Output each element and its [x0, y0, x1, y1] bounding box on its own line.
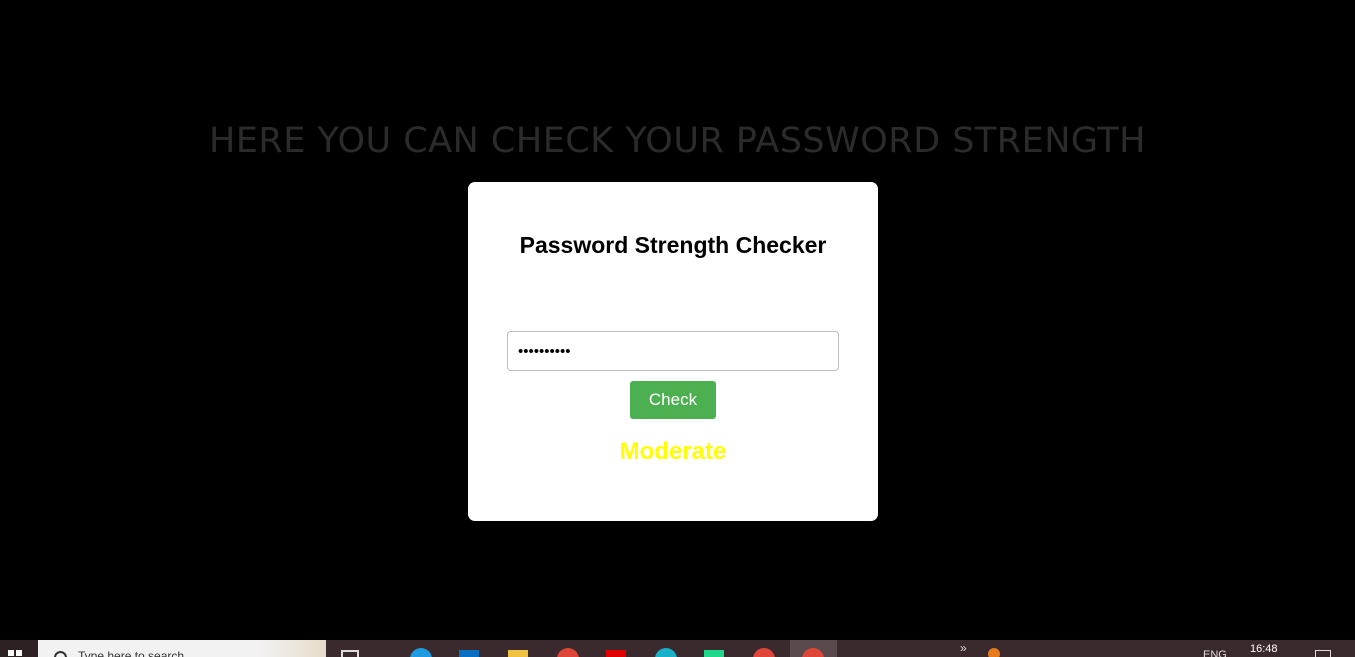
file-explorer-icon[interactable]: [508, 650, 528, 657]
page: HERE YOU CAN CHECK YOUR PASSWORD STRENGT…: [0, 0, 1355, 657]
search-placeholder: Type here to search: [78, 649, 185, 657]
password-checker-card: Password Strength Checker Check Moderate: [468, 182, 878, 521]
strength-result: Moderate: [619, 438, 727, 465]
search-icon: [54, 651, 67, 657]
chrome-icon[interactable]: [557, 648, 579, 657]
start-button[interactable]: [0, 640, 38, 657]
app-icon[interactable]: [655, 648, 677, 657]
edge-icon[interactable]: [410, 648, 432, 657]
chrome-icon[interactable]: [753, 648, 775, 657]
store-icon[interactable]: [459, 650, 479, 657]
taskbar: Type here to search » ENG 16:48: [0, 640, 1355, 657]
password-input[interactable]: [507, 331, 839, 371]
search-highlight-image: [260, 640, 326, 657]
youtube-icon[interactable]: [606, 650, 626, 657]
page-headline: HERE YOU CAN CHECK YOUR PASSWORD STRENGT…: [209, 121, 1146, 161]
check-button[interactable]: Check: [630, 381, 716, 419]
task-view-icon[interactable]: [341, 650, 359, 657]
clock[interactable]: 16:48: [1250, 643, 1278, 655]
notifications-icon[interactable]: [1315, 650, 1331, 657]
language-indicator[interactable]: ENG: [1203, 649, 1227, 657]
pycharm-icon[interactable]: [704, 650, 724, 657]
chevron-right-icon[interactable]: »: [960, 641, 967, 655]
taskbar-search[interactable]: Type here to search: [38, 640, 326, 657]
card-title: Password Strength Checker: [519, 232, 827, 258]
active-task[interactable]: [790, 640, 837, 657]
windows-icon: [8, 650, 22, 657]
notification-app-icon[interactable]: [988, 648, 1000, 657]
chrome-icon: [802, 648, 824, 657]
